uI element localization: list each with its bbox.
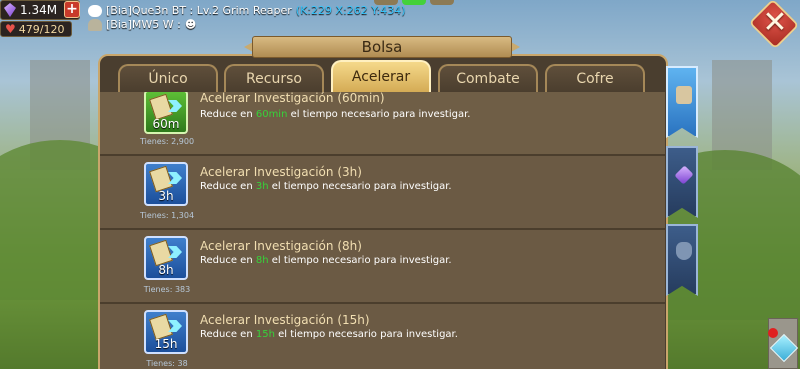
heart-icon: ♥ — [5, 22, 16, 36]
list-item[interactable]: 3h Tienes: 1,304 Acelerar Investigación … — [100, 156, 665, 230]
item-description: Reduce en 3h el tiempo necesario para in… — [200, 181, 452, 192]
item-description: Reduce en 15h el tiempo necesario para i… — [200, 329, 458, 340]
item-quantity: Tienes: 38 — [146, 359, 188, 368]
item-list[interactable]: 60m Tienes: 2,900 Acelerar Investigación… — [100, 92, 665, 369]
item-title: Acelerar Investigación (3h) — [200, 165, 362, 179]
add-gems-button[interactable]: + — [64, 1, 80, 18]
speedup-item-icon[interactable]: 15h — [144, 310, 188, 354]
page-title: Bolsa — [361, 38, 403, 56]
item-quantity: Tienes: 383 — [143, 285, 191, 294]
side-tab-shield[interactable] — [666, 224, 698, 296]
tab-acelerar[interactable]: Acelerar — [331, 60, 431, 92]
list-item[interactable]: 8h Tienes: 383 Acelerar Investigación (8… — [100, 230, 665, 304]
chat-user: [Bia]MW5 W : — [106, 18, 181, 31]
item-title: Acelerar Investigación (60min) — [200, 92, 385, 105]
item-description: Reduce en 60min el tiempo necesario para… — [200, 109, 471, 120]
item-duration-label: 8h — [158, 263, 174, 277]
top-nub-right — [430, 0, 454, 5]
tab-recurso[interactable]: Recurso — [224, 64, 324, 92]
close-icon[interactable]: ✕ — [760, 3, 790, 43]
item-duration-label: 3h — [158, 189, 174, 203]
chat-coordinates[interactable]: (K:229 X:262 Y:434) — [296, 4, 406, 18]
list-item[interactable]: 60m Tienes: 2,900 Acelerar Investigación… — [100, 92, 665, 156]
chat-line: [Bia]Que3n BT : Lv.2 Grim Reaper (K:229 … — [88, 4, 406, 18]
stamina-counter[interactable]: ♥ 479/120 — [0, 21, 72, 37]
chat-message: Lv.2 Grim Reaper — [196, 4, 292, 17]
speedup-item-icon[interactable]: 60m — [144, 92, 188, 134]
shield-icon — [676, 242, 692, 260]
item-duration-label: 60m — [152, 117, 180, 131]
tab-cofre[interactable]: Cofre — [545, 64, 645, 92]
emoji-icon: ☻ — [184, 18, 197, 31]
speedup-item-icon[interactable]: 8h — [144, 236, 188, 280]
item-quantity: Tienes: 2,900 — [139, 137, 195, 146]
item-description: Reduce en 8h el tiempo necesario para in… — [200, 255, 452, 266]
chat-line: [Bia]MW5 W : ☻ — [88, 18, 406, 32]
guild-helmet-icon — [88, 19, 102, 31]
item-title: Acelerar Investigación (15h) — [200, 313, 370, 327]
notification-dot — [768, 328, 778, 338]
chat-bubble-icon — [88, 5, 102, 17]
side-tab-bag[interactable] — [666, 66, 698, 138]
side-tab-gems[interactable] — [666, 146, 698, 218]
speedup-item-icon[interactable]: 3h — [144, 162, 188, 206]
bag-icon — [676, 86, 692, 104]
item-duration-label: 15h — [154, 337, 178, 351]
gem-icon — [674, 165, 694, 185]
chat-user: [Bia]Que3n BT : — [106, 4, 194, 17]
stamina-value: 479/120 — [18, 22, 65, 36]
chat-ticker[interactable]: [Bia]Que3n BT : Lv.2 Grim Reaper (K:229 … — [88, 4, 406, 32]
item-title: Acelerar Investigación (8h) — [200, 239, 362, 253]
tab-combate[interactable]: Combate — [438, 64, 538, 92]
tab-unico[interactable]: Único — [118, 64, 218, 92]
gem-icon — [4, 3, 16, 17]
list-item[interactable]: 15h Tienes: 38 Acelerar Investigación (1… — [100, 304, 665, 369]
gems-value: 1.34M — [20, 3, 58, 17]
item-quantity: Tienes: 1,304 — [139, 211, 195, 220]
